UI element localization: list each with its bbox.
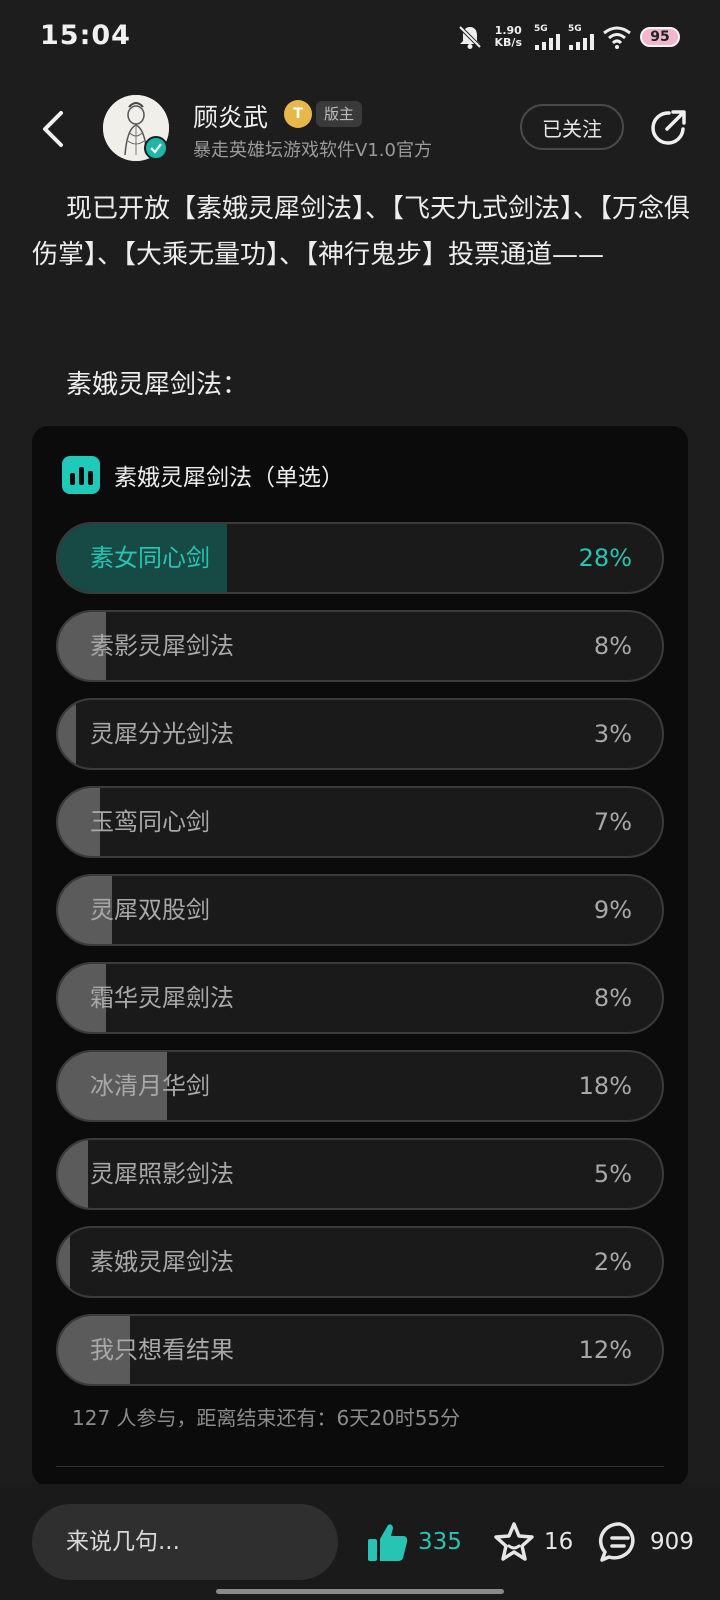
back-button[interactable] bbox=[32, 104, 72, 154]
thumbs-up-icon bbox=[368, 1524, 408, 1561]
poll-option[interactable]: 我只想看结果 12% bbox=[56, 1314, 664, 1386]
back-arrow-icon bbox=[43, 111, 63, 147]
poll-option-fill bbox=[58, 1228, 71, 1296]
poll-option-percent: 9% bbox=[593, 896, 632, 924]
comment-input[interactable]: 来说几句... bbox=[32, 1504, 338, 1580]
poll-option-fill bbox=[58, 700, 77, 768]
comment-button[interactable]: 909 bbox=[598, 1514, 694, 1570]
poll-option-percent: 5% bbox=[593, 1160, 632, 1188]
favorite-count: 16 bbox=[544, 1529, 574, 1555]
comment-count: 909 bbox=[650, 1529, 694, 1555]
star-icon bbox=[494, 1522, 534, 1561]
status-time: 15:04 bbox=[40, 20, 131, 51]
follow-button[interactable]: 已关注 bbox=[520, 104, 624, 150]
like-button[interactable]: 335 bbox=[366, 1514, 462, 1570]
section-title: 素娥灵犀剑法： bbox=[66, 370, 249, 400]
poll-option-label: 灵犀分光剑法 bbox=[90, 720, 234, 748]
share-button[interactable] bbox=[646, 106, 690, 150]
poll-option-fill bbox=[58, 1140, 89, 1208]
verified-badge-icon bbox=[144, 136, 168, 160]
status-bar: 15:04 1.90 KB/s 5G 5G 95 bbox=[0, 0, 720, 78]
poll-chart-icon bbox=[62, 456, 100, 494]
poll-option[interactable]: 灵犀分光剑法 3% bbox=[56, 698, 664, 770]
sim2-label: 5G bbox=[568, 24, 582, 34]
poll-option-label: 灵犀照影剑法 bbox=[90, 1160, 234, 1188]
poll-footer: 127 人参与，距离结束还有：6天20时55分 bbox=[72, 1406, 461, 1430]
poll-option-label: 冰清月华剑 bbox=[90, 1072, 210, 1100]
divider bbox=[56, 1466, 664, 1467]
poll-option[interactable]: 素娥灵犀剑法 2% bbox=[56, 1226, 664, 1298]
poll-option-label: 素娥灵犀剑法 bbox=[90, 1248, 234, 1276]
poll-option[interactable]: 素影灵犀剑法 8% bbox=[56, 610, 664, 682]
signal-icon bbox=[535, 34, 560, 50]
poll-option-percent: 28% bbox=[578, 544, 632, 572]
poll-option-label: 素女同心剑 bbox=[90, 544, 210, 572]
poll-option-percent: 2% bbox=[593, 1248, 632, 1276]
poll-option-percent: 8% bbox=[593, 632, 632, 660]
poll-option[interactable]: 素女同心剑 28% bbox=[56, 522, 664, 594]
signal-sim1: 5G bbox=[534, 24, 560, 50]
net-speed-unit: KB/s bbox=[494, 36, 522, 49]
bell-muted-icon bbox=[457, 24, 483, 50]
post-intro: 现已开放【素娥灵犀剑法】、【飞天九式剑法】、【万念俱伤掌】、【大乘无量功】、【神… bbox=[32, 194, 691, 270]
poll-title: 素娥灵犀剑法（单选） bbox=[114, 465, 344, 491]
poll-option[interactable]: 灵犀双股剑 9% bbox=[56, 874, 664, 946]
poll-option-percent: 18% bbox=[578, 1072, 632, 1100]
poll-option-label: 我只想看结果 bbox=[90, 1336, 234, 1364]
poll-header: 素娥灵犀剑法（单选） bbox=[62, 456, 344, 494]
poll-option-label: 素影灵犀剑法 bbox=[90, 632, 234, 660]
signal-icon bbox=[569, 34, 594, 50]
net-speed: 1.90 KB/s bbox=[495, 25, 522, 49]
poll-option[interactable]: 霜华灵犀劍法 8% bbox=[56, 962, 664, 1034]
poll-option-percent: 8% bbox=[593, 984, 632, 1012]
signal-sim2: 5G bbox=[568, 24, 594, 50]
bottom-bar: 来说几句... 335 16 909 bbox=[0, 1484, 720, 1600]
favorite-button[interactable]: 16 bbox=[492, 1514, 573, 1570]
poll-card: 素娥灵犀剑法（单选） 素女同心剑 28% 素影灵犀剑法 8% 灵犀分光剑法 3% 玉鸾同心剑… bbox=[32, 426, 688, 1486]
poll-option-label: 玉鸾同心剑 bbox=[90, 808, 210, 836]
status-icons: 1.90 KB/s 5G 5G 95 bbox=[457, 22, 680, 52]
share-icon bbox=[651, 110, 686, 145]
level-badge: T bbox=[284, 100, 312, 128]
sim1-label: 5G bbox=[534, 24, 548, 34]
poll-options: 素女同心剑 28% 素影灵犀剑法 8% 灵犀分光剑法 3% 玉鸾同心剑 7% 灵犀双股剑 9% 霜华… bbox=[56, 522, 664, 1402]
poll-option-percent: 3% bbox=[593, 720, 632, 748]
comment-icon bbox=[598, 1522, 635, 1562]
home-indicator[interactable] bbox=[216, 1589, 504, 1594]
like-count: 335 bbox=[418, 1529, 462, 1555]
poll-option-percent: 12% bbox=[578, 1336, 632, 1364]
poll-option[interactable]: 玉鸾同心剑 7% bbox=[56, 786, 664, 858]
role-badge: 版主 bbox=[316, 101, 363, 127]
post-header: 顾炎武 T 版主 暴走英雄坛游戏软件V1.0官方 已关注 bbox=[0, 90, 720, 170]
author-subtitle: 暴走英雄坛游戏软件V1.0官方 bbox=[193, 140, 432, 161]
poll-option-label: 灵犀双股剑 bbox=[90, 896, 210, 924]
poll-option[interactable]: 冰清月华剑 18% bbox=[56, 1050, 664, 1122]
poll-option-percent: 7% bbox=[593, 808, 632, 836]
author-name[interactable]: 顾炎武 bbox=[193, 98, 268, 134]
battery-icon: 95 bbox=[640, 27, 680, 47]
poll-option-label: 霜华灵犀劍法 bbox=[90, 984, 234, 1012]
poll-option[interactable]: 灵犀照影剑法 5% bbox=[56, 1138, 664, 1210]
wifi-icon bbox=[602, 25, 632, 49]
